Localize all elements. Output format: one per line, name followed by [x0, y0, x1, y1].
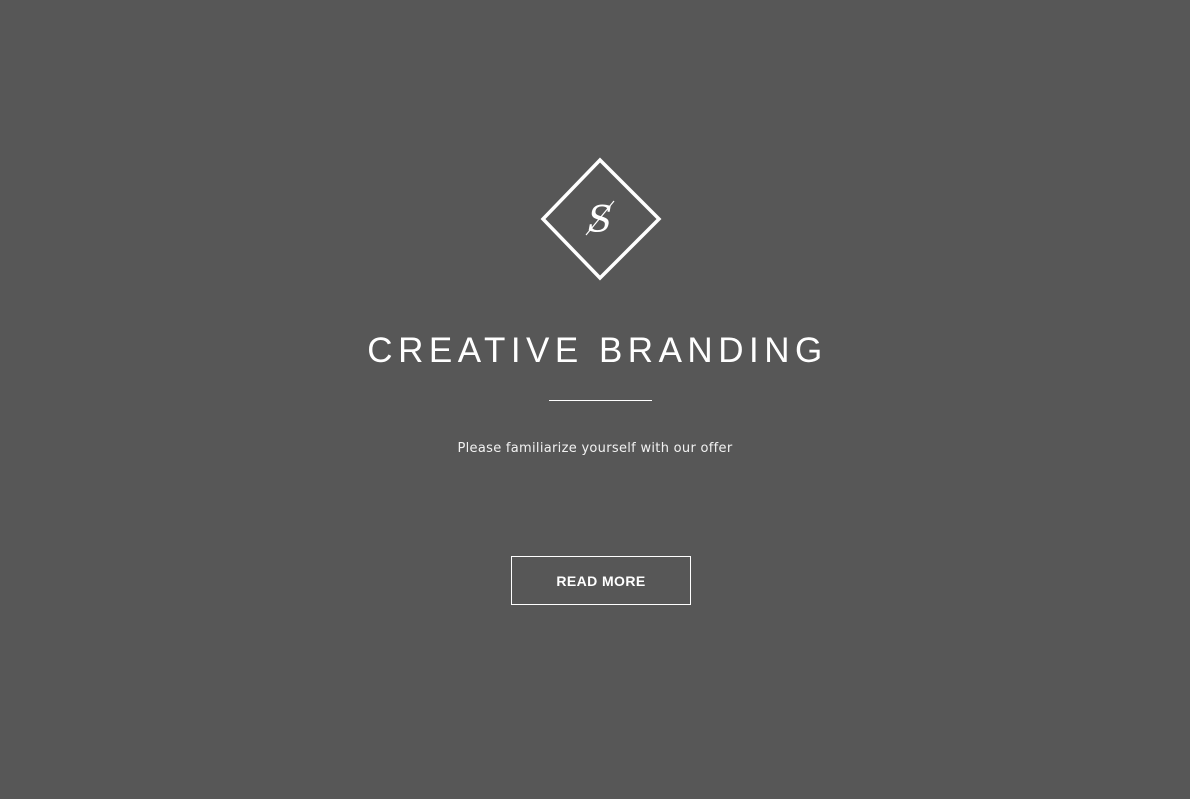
diamond-s-logo-icon: S — [540, 157, 662, 281]
hero-subtitle: Please familiarize yourself with our off… — [457, 441, 733, 456]
hero-title: CREATIVE BRANDING — [367, 331, 828, 370]
title-divider — [549, 400, 652, 401]
read-more-button[interactable]: READ MORE — [511, 556, 691, 605]
svg-text:S: S — [588, 200, 613, 241]
hero-section: S CREATIVE BRANDING Please familiarize y… — [0, 0, 1190, 799]
